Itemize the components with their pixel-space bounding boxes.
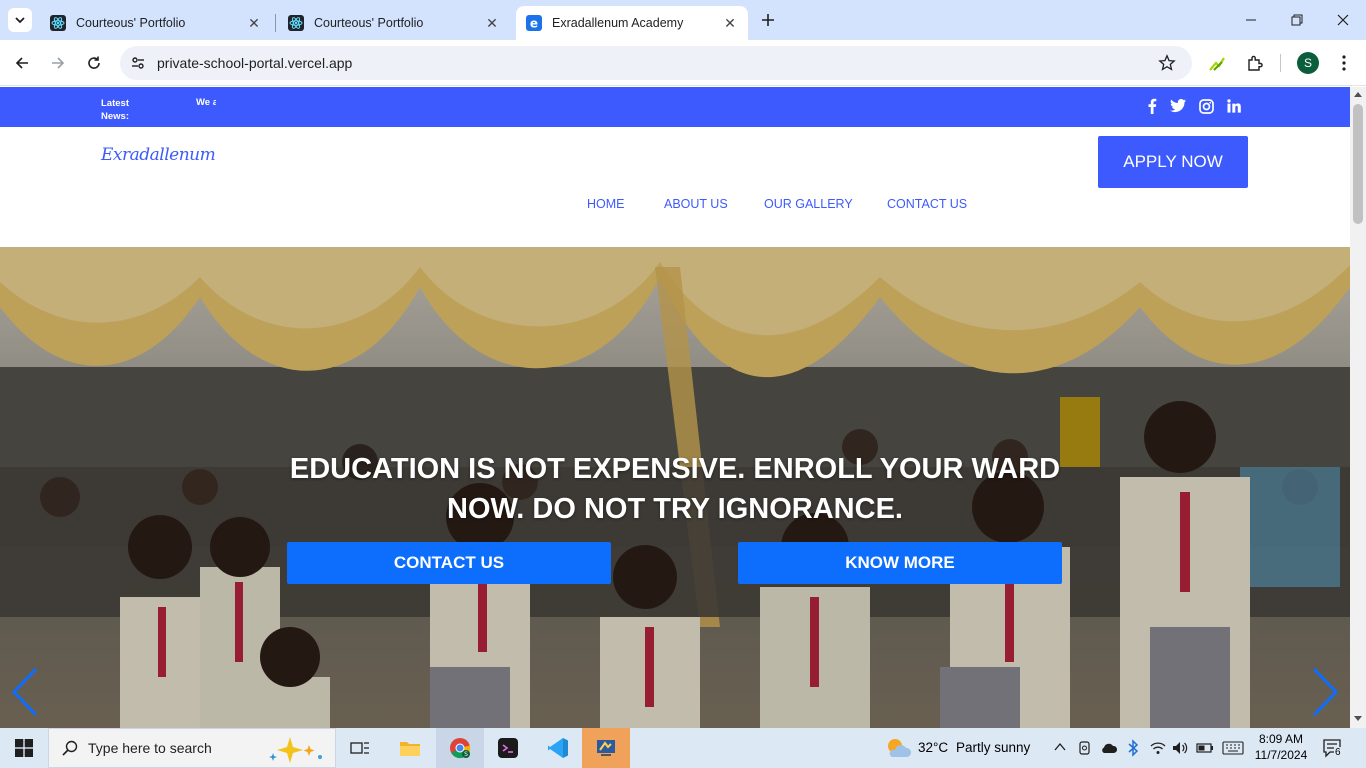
arrow-right-icon <box>52 57 65 69</box>
bluetooth-icon[interactable] <box>1127 739 1139 757</box>
weather-description[interactable]: Partly sunny <box>956 740 1030 755</box>
hero-title: EDUCATION IS NOT EXPENSIVE. ENROLL YOUR … <box>289 453 1061 525</box>
chrome-icon[interactable]: S <box>436 728 484 768</box>
notification-count-badge: 6 <box>1334 747 1342 758</box>
browser-menu-button[interactable] <box>1329 48 1359 78</box>
wifi-icon[interactable] <box>1150 741 1166 755</box>
tab-exradallenum[interactable]: e Exradallenum Academy ✕ <box>516 6 748 40</box>
sparkle-icon <box>269 737 322 763</box>
tab-portfolio-1[interactable]: Courteous' Portfolio ✕ <box>40 6 272 40</box>
bookmark-star-icon[interactable] <box>1158 54 1176 77</box>
tab-title: Exradallenum Academy <box>552 16 684 30</box>
avatar: S <box>1297 52 1319 74</box>
linkedin-icon[interactable] <box>1225 97 1243 115</box>
volume-icon[interactable] <box>1172 740 1188 756</box>
tab-title: Courteous' Portfolio <box>314 16 424 30</box>
close-icon[interactable]: ✕ <box>722 15 738 31</box>
hero-know-more-button[interactable]: KNOW MORE <box>738 542 1062 584</box>
hero-carousel: EDUCATION IS NOT EXPENSIVE. ENROLL YOUR … <box>0 247 1350 728</box>
scroll-up-icon[interactable] <box>1354 91 1362 97</box>
web-page: Latest News: We a Exradallenum APPLY NOW… <box>0 87 1350 728</box>
start-button[interactable] <box>0 728 48 768</box>
facebook-icon[interactable] <box>1143 97 1161 115</box>
search-icon <box>62 740 78 756</box>
carousel-next-arrow-icon[interactable] <box>1310 667 1340 717</box>
terminal-icon[interactable] <box>484 728 532 768</box>
clock-date: 11/7/2024 <box>1254 748 1308 762</box>
close-window-button[interactable] <box>1320 0 1366 40</box>
vscode-icon[interactable] <box>534 728 582 768</box>
restore-button[interactable] <box>1274 0 1320 40</box>
svg-text:e: e <box>530 17 538 31</box>
page-scrollbar[interactable] <box>1350 87 1366 728</box>
reload-button[interactable] <box>79 48 109 78</box>
nav-contact-us[interactable]: CONTACT US <box>887 197 967 211</box>
reload-icon <box>88 56 100 69</box>
hero-contact-us-button[interactable]: CONTACT US <box>287 542 611 584</box>
minimize-icon <box>1246 19 1256 21</box>
battery-icon[interactable] <box>1196 742 1214 754</box>
address-bar[interactable]: private-school-portal.vercel.app <box>120 46 1192 80</box>
taskbar-clock[interactable]: 8:09 AM 11/7/2024 <box>1252 731 1310 763</box>
scroll-down-icon[interactable] <box>1354 716 1362 722</box>
extensions-puzzle-icon[interactable] <box>1240 48 1270 78</box>
profile-avatar[interactable]: S <box>1293 48 1323 78</box>
url-text[interactable]: private-school-portal.vercel.app <box>157 55 352 71</box>
react-icon <box>50 15 66 31</box>
twitter-icon[interactable] <box>1169 97 1187 115</box>
site-logo[interactable]: Exradallenum <box>101 145 216 165</box>
site-settings-icon[interactable] <box>130 55 146 76</box>
news-bar: Latest News: We a <box>0 87 1350 127</box>
news-ticker: We a <box>196 97 216 108</box>
tab-title: Courteous' Portfolio <box>76 16 186 30</box>
scrollbar-thumb[interactable] <box>1353 104 1363 224</box>
device-icon[interactable] <box>1078 740 1092 756</box>
clock-time: 8:09 AM <box>1258 732 1304 746</box>
plus-icon <box>762 14 774 26</box>
nav-our-gallery[interactable]: OUR GALLERY <box>764 197 853 211</box>
kebab-menu-icon <box>1342 55 1346 71</box>
forward-button[interactable] <box>43 48 73 78</box>
search-placeholder: Type here to search <box>88 740 212 756</box>
close-icon <box>1337 14 1349 26</box>
app-icon[interactable] <box>582 728 630 768</box>
react-icon <box>288 15 304 31</box>
tab-search-button[interactable] <box>8 8 32 32</box>
minimize-button[interactable] <box>1228 0 1274 40</box>
browser-tab-strip: Courteous' Portfolio ✕ Courteous' Portfo… <box>0 0 1366 40</box>
windows-logo-icon <box>15 739 33 757</box>
apply-now-button[interactable]: APPLY NOW <box>1098 136 1248 188</box>
taskbar-search-box[interactable]: Type here to search <box>48 728 336 768</box>
nav-home[interactable]: HOME <box>587 197 625 211</box>
weather-temperature[interactable]: 32°C <box>918 740 948 755</box>
new-tab-button[interactable] <box>756 8 780 32</box>
notifications-icon[interactable]: 6 <box>1322 738 1344 763</box>
tab-portfolio-2[interactable]: Courteous' Portfolio ✕ <box>278 6 510 40</box>
carousel-prev-arrow-icon[interactable] <box>10 667 40 717</box>
task-view-icon[interactable] <box>336 728 384 768</box>
browser-toolbar: private-school-portal.vercel.app S <box>0 40 1366 86</box>
close-icon[interactable]: ✕ <box>484 15 500 31</box>
file-explorer-icon[interactable] <box>386 728 434 768</box>
extension-activity-icon[interactable] <box>1202 48 1232 78</box>
site-header: Exradallenum APPLY NOW HOME ABOUT US OUR… <box>0 127 1350 247</box>
arrow-left-icon <box>15 57 28 69</box>
restore-icon <box>1291 14 1303 26</box>
windows-taskbar: Type here to search S 32°C Partly sunny … <box>0 728 1366 768</box>
instagram-icon[interactable] <box>1197 97 1215 115</box>
weather-partly-sunny-icon[interactable] <box>884 737 912 764</box>
news-label: Latest News: <box>101 98 129 122</box>
back-button[interactable] <box>7 48 37 78</box>
close-icon[interactable]: ✕ <box>246 15 262 31</box>
nav-about-us[interactable]: ABOUT US <box>664 197 728 211</box>
chevron-up-icon[interactable] <box>1054 742 1066 752</box>
edge-e-icon: e <box>526 15 542 31</box>
keyboard-icon[interactable] <box>1222 741 1244 755</box>
cloud-sync-icon[interactable] <box>1100 741 1118 755</box>
chevron-down-icon <box>15 17 25 24</box>
svg-text:S: S <box>464 751 468 758</box>
